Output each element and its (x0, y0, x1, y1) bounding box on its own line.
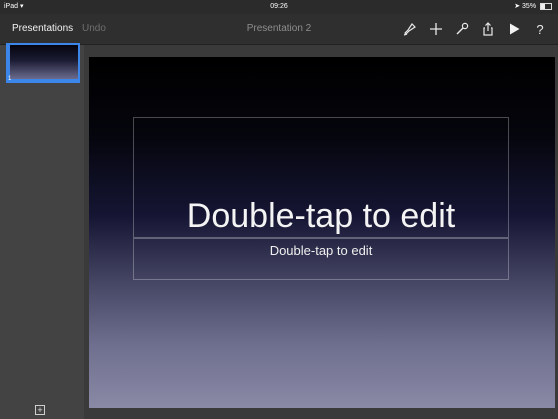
slide-navigator (0, 45, 84, 419)
help-icon[interactable]: ? (532, 21, 548, 37)
title-placeholder[interactable]: Double-tap to edit (133, 117, 509, 238)
slide-thumbnail-preview (10, 45, 78, 79)
toolbar: Presentations Undo Presentation 2 ? (0, 14, 558, 45)
battery-fill (541, 3, 545, 9)
status-bar: iPad ▾ 09:26 ➤ 35% (0, 0, 558, 14)
format-brush-icon[interactable] (402, 21, 418, 37)
status-right: ➤ 35% (514, 0, 552, 14)
location-icon: ➤ (514, 3, 521, 10)
add-slide-icon: + (37, 404, 43, 415)
status-time: 09:26 (270, 3, 288, 10)
subtitle-placeholder-text: Double-tap to edit (269, 243, 373, 258)
play-icon[interactable] (506, 21, 522, 37)
tools-wrench-icon[interactable] (454, 21, 470, 37)
add-icon[interactable] (428, 21, 444, 37)
slide-number: 1 (8, 76, 12, 82)
toolbar-actions: ? (402, 21, 548, 37)
subtitle-placeholder[interactable]: Double-tap to edit (133, 238, 509, 280)
title-placeholder-text: Double-tap to edit (186, 197, 456, 235)
share-icon[interactable] (480, 21, 496, 37)
battery-icon (540, 2, 552, 10)
slide-thumbnail-1[interactable]: 1 (6, 43, 80, 83)
add-slide-button[interactable]: + (35, 405, 45, 415)
battery-percent: 35% (522, 3, 537, 10)
undo-button[interactable]: Undo (82, 14, 106, 44)
presentations-button[interactable]: Presentations (12, 14, 73, 44)
